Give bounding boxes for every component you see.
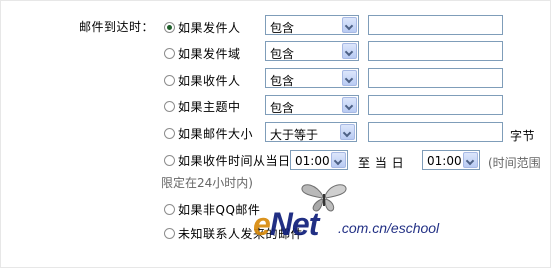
radio-recipient[interactable] <box>164 75 175 86</box>
label-non-qq: 如果非QQ邮件 <box>178 203 261 217</box>
select-recipient-value: 包含 <box>270 74 295 88</box>
input-sender[interactable] <box>368 15 503 35</box>
select-sender-match[interactable]: 包含 <box>265 15 359 35</box>
select-size-value: 大于等于 <box>270 128 319 142</box>
label-to-same-day: 至 当 日 <box>358 156 405 170</box>
enet-url-text: .com.cn/eschool <box>338 220 440 236</box>
chevron-down-icon <box>342 43 357 59</box>
time-end-value: 01:00 <box>427 154 462 168</box>
radio-unknown-contact[interactable] <box>164 228 175 239</box>
time-note-line2: 限定在24小时内) <box>161 176 253 190</box>
label-receive-time: 如果收件时间从当日 <box>178 154 291 168</box>
radio-size[interactable] <box>164 128 175 139</box>
enet-logo-text: eNet <box>253 206 319 242</box>
input-subject[interactable] <box>368 95 503 115</box>
size-unit: 字节 <box>510 129 536 143</box>
label-sender: 如果发件人 <box>178 21 241 35</box>
label-size: 如果邮件大小 <box>178 127 254 141</box>
chevron-down-icon <box>342 17 357 33</box>
time-note-line1: (时间范围 <box>488 156 541 170</box>
select-time-end[interactable]: 01:00 <box>422 150 480 170</box>
input-recipient[interactable] <box>368 68 503 88</box>
radio-receive-time[interactable] <box>164 155 175 166</box>
select-time-start[interactable]: 01:00 <box>290 150 348 170</box>
section-label: 邮件到达时： <box>79 20 155 34</box>
select-size-compare[interactable]: 大于等于 <box>265 122 357 142</box>
select-subject-value: 包含 <box>270 101 295 115</box>
radio-sender-domain[interactable] <box>164 48 175 59</box>
input-sender-domain[interactable] <box>368 41 503 61</box>
input-size[interactable] <box>368 122 503 142</box>
radio-sender[interactable] <box>164 22 175 33</box>
select-recipient-match[interactable]: 包含 <box>265 68 359 88</box>
radio-subject[interactable] <box>164 101 175 112</box>
label-sender-domain: 如果发件域 <box>178 47 241 61</box>
chevron-down-icon <box>342 97 357 113</box>
chevron-down-icon <box>342 70 357 86</box>
chevron-down-icon <box>463 152 478 168</box>
label-subject: 如果主题中 <box>178 100 241 114</box>
chevron-down-icon <box>331 152 346 168</box>
radio-non-qq[interactable] <box>164 204 175 215</box>
select-subject-match[interactable]: 包含 <box>265 95 359 115</box>
chevron-down-icon <box>340 124 355 140</box>
select-sender-domain-value: 包含 <box>270 47 295 61</box>
label-recipient: 如果收件人 <box>178 74 241 88</box>
time-start-value: 01:00 <box>295 154 330 168</box>
select-sender-value: 包含 <box>270 21 295 35</box>
select-sender-domain-match[interactable]: 包含 <box>265 41 359 61</box>
